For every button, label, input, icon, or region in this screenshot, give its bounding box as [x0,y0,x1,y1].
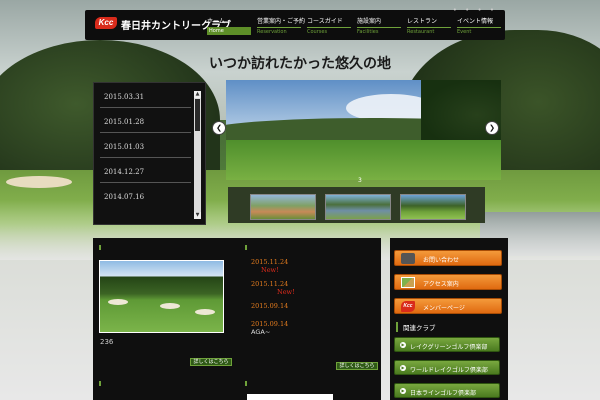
photo-caption: 236 [100,338,114,346]
scroll-down-icon[interactable]: ▼ [194,212,201,219]
photo-bunker [160,303,180,309]
background-bunker [6,176,72,188]
slide-next-icon[interactable]: ❯ [485,121,499,135]
more-details-button[interactable]: 詳しくはこちら [336,362,378,370]
nav-dots-indicator: • • • • [452,6,497,14]
partial-photo [247,394,333,400]
nav-event-label: イベント情報 [457,18,494,25]
news-item[interactable]: 2015.09.14 [251,302,377,320]
access-button-label: アクセス案内 [423,281,459,288]
news-list: 2015.11.24 New! 2015.11.24 New! 2015.09.… [251,258,377,342]
news-date: 2014.07.16 [104,193,145,201]
nav-home-label: ホーム [207,18,225,25]
news-date-item[interactable]: 2014.07.16 [100,183,191,208]
course-photo[interactable] [99,260,224,333]
slide-number: 3 [358,177,362,184]
nav-event-sub: Event [457,27,501,35]
main-nav: ホーム Home 営業案内・ご予約 Reservation コースガイド Cou… [207,16,507,36]
related-club-label: ワールドレイクゴルフ倶楽部 [410,367,488,374]
access-button[interactable]: アクセス案内 [394,274,502,290]
main-content: 236 詳しくはこちら 2015.11.24 New! 2015.11.24 N… [93,238,381,400]
nav-event[interactable]: イベント情報 Event [457,16,507,36]
contact-button[interactable]: お問い合わせ [394,250,502,266]
news-item[interactable]: 2015.09.14 AGA~ [251,320,377,342]
new-badge: New! [261,266,279,274]
news-date: 2015.01.03 [104,143,145,151]
nav-reservation-sub: Reservation [257,27,301,35]
nav-facilities-sub: Facilities [357,27,401,35]
news-date-item[interactable]: 2015.01.28 [100,108,191,133]
related-clubs-heading: 関連クラブ [396,322,436,332]
member-page-button[interactable]: Kcc メンバーページ [394,298,502,314]
news-date-list: 2015.03.31 2015.01.28 2015.01.03 2014.12… [93,82,206,225]
related-club-link[interactable]: ▶ レイクグリーンゴルフ倶楽部 [394,337,500,352]
phone-icon [401,253,415,264]
nav-courses-sub: Courses [307,27,351,35]
nav-restaurant[interactable]: レストラン Restaurant [407,16,457,36]
nav-reservation[interactable]: 営業案内・ご予約 Reservation [257,16,307,36]
news-item-date: 2015.09.14 [251,302,289,310]
news-date: 2015.01.28 [104,118,145,126]
nav-home[interactable]: ホーム Home [207,16,257,36]
nav-facilities-label: 施設案内 [357,18,382,25]
nav-home-sub: Home [207,27,251,35]
scroll-up-icon[interactable]: ▲ [194,91,201,98]
news-date: 2015.03.31 [104,93,145,101]
contact-button-label: お問い合わせ [423,257,460,264]
nav-courses[interactable]: コースガイド Courses [307,16,357,36]
section-marker [99,245,101,250]
new-badge: New! [277,288,295,296]
nav-facilities[interactable]: 施設案内 Facilities [357,16,407,36]
slide-thumbnails [228,187,485,223]
nav-restaurant-sub: Restaurant [407,27,451,35]
photo-bunker [195,309,215,315]
news-item-date: 2015.11.24 [251,258,289,266]
photo-bunker [108,299,128,305]
scrollbar-thumb[interactable] [195,99,200,131]
nav-courses-label: コースガイド [307,18,343,25]
news-date: 2014.12.27 [104,168,145,176]
slide-prev-icon[interactable]: ❮ [212,121,226,135]
arrow-right-icon: ▶ [400,342,406,348]
news-item[interactable]: 2015.11.24 New! [251,280,377,302]
nav-restaurant-label: レストラン [407,18,438,25]
logo-badge[interactable]: Kcc [95,17,117,29]
page-tagline: いつか訪れたかった悠久の地 [209,56,391,72]
more-details-button[interactable]: 詳しくはこちら [190,358,232,366]
related-club-label: レイクグリーンゴルフ倶楽部 [410,344,488,351]
news-date-item[interactable]: 2015.01.03 [100,133,191,158]
slide-fairway [226,140,501,180]
map-icon [401,277,415,288]
related-club-link[interactable]: ▶ 日本ラインゴルフ倶楽部 [394,383,500,398]
news-item-date: 2015.09.14 [251,320,289,328]
news-date-item[interactable]: 2014.12.27 [100,158,191,183]
arrow-right-icon: ▶ [400,365,406,371]
section-marker [99,381,101,386]
section-marker [245,381,247,386]
hero-slideshow-image[interactable] [226,80,501,180]
slide-thumbnail[interactable] [250,194,316,220]
related-club-link[interactable]: ▶ ワールドレイクゴルフ倶楽部 [394,360,500,375]
slide-thumbnail[interactable] [325,194,391,220]
nav-reservation-label: 営業案内・ご予約 [257,18,306,25]
slide-thumbnail[interactable] [400,194,466,220]
member-page-button-label: メンバーページ [423,305,465,312]
arrow-right-icon: ▶ [400,388,406,394]
news-item[interactable]: 2015.11.24 New! [251,258,377,280]
news-item-text: AGA~ [251,328,271,336]
site-header: Kcc 春日井カントリークラブ ホーム Home 営業案内・ご予約 Reserv… [85,6,507,40]
news-scrollbar[interactable]: ▲ ▼ [194,91,201,219]
right-sidebar: お問い合わせ アクセス案内 Kcc メンバーページ 関連クラブ ▶ レイクグリー… [390,238,508,400]
related-club-label: 日本ラインゴルフ倶楽部 [410,390,477,397]
section-marker [245,245,247,250]
news-date-item[interactable]: 2015.03.31 [100,83,191,108]
news-item-date: 2015.11.24 [251,280,289,288]
kcc-logo-icon: Kcc [401,301,415,312]
